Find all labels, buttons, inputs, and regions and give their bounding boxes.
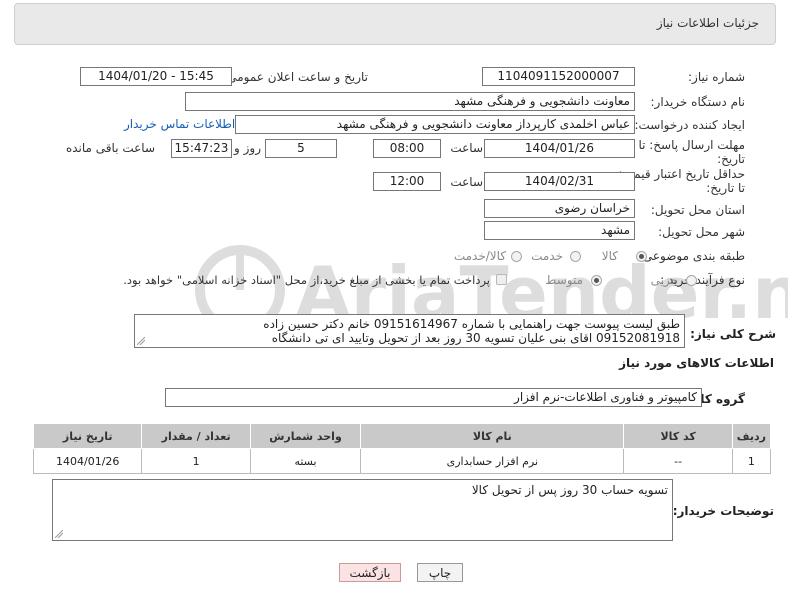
validity-time-label: ساعت: [450, 175, 483, 189]
remaining-time-field: 15:47:23: [171, 139, 232, 158]
need-number-field: 1104091152000007: [482, 67, 635, 86]
deadline-label-date: تاریخ:: [717, 152, 745, 166]
header-panel: جزئیات اطلاعات نیاز: [14, 3, 776, 45]
print-button[interactable]: چاپ: [417, 563, 463, 582]
buyer-org-field: معاونت دانشجویی و فرهنگی مشهد: [185, 92, 635, 111]
buyer-notes-label: توضیحات خریدار:: [672, 504, 774, 518]
description-textarea: طبق لیست پیوست جهت راهنمایی با شماره 091…: [134, 314, 685, 348]
col-unit: واحد شمارش: [249, 423, 362, 449]
col-row: ردیف: [731, 423, 772, 449]
category-radio-service[interactable]: [570, 251, 581, 262]
cell-row: 1: [731, 448, 772, 474]
announce-label: تاریخ و ساعت اعلان عمومی:: [223, 70, 368, 84]
days-label: روز و: [234, 141, 261, 155]
announce-field: 1404/01/20 - 15:45: [80, 67, 232, 86]
category-label: طبقه بندی موضوعی:: [638, 249, 745, 263]
days-field: 5: [265, 139, 337, 158]
validity-date-field: 1404/02/31: [484, 172, 635, 191]
deadline-time-label: ساعت: [450, 141, 483, 155]
need-number-label: شماره نیاز:: [688, 70, 745, 84]
goods-table: ردیف کد کالا نام کالا واحد شمارش تعداد /…: [32, 423, 772, 474]
city-field: مشهد: [484, 221, 635, 240]
col-code: کد کالا: [623, 423, 733, 449]
city-label: شهر محل تحویل:: [658, 225, 745, 239]
province-label: استان محل تحویل:: [650, 203, 745, 217]
col-date: تاریخ نیاز: [32, 423, 143, 449]
validity-label-date: تا تاریخ:: [706, 181, 745, 195]
resize-grip-icon[interactable]: [137, 337, 145, 345]
remaining-label: ساعت باقی مانده: [65, 141, 155, 155]
requester-field: عباس اخلمدی کارپرداز معاونت دانشجویی و ف…: [235, 115, 635, 134]
deadline-label: مهلت ارسال پاسخ: تا: [638, 138, 745, 152]
contact-buyer-link[interactable]: اطلاعات تماس خریدار: [124, 117, 235, 131]
process-option-minor: جزیی: [650, 273, 678, 287]
category-option-goods: کالا: [601, 249, 618, 263]
col-name: نام کالا: [360, 423, 625, 449]
category-radio-goods-service[interactable]: [511, 251, 522, 262]
back-button[interactable]: بازگشت: [339, 563, 401, 582]
description-line-2: 09152081918 اقای بنی علیان تسویه 30 روز …: [271, 331, 680, 345]
page-title: جزئیات اطلاعات نیاز: [656, 16, 759, 30]
category-radio-goods[interactable]: [636, 251, 647, 262]
cell-unit: بسته: [249, 448, 362, 474]
process-radio-minor[interactable]: [686, 275, 697, 286]
deadline-date-field: 1404/01/26: [484, 139, 635, 158]
requester-label: ایجاد کننده درخواست:: [634, 118, 745, 132]
cell-name: نرم افزار حسابداری: [360, 448, 625, 474]
buyer-notes-text: تسویه حساب 30 روز پس از تحویل کالا: [471, 483, 668, 497]
description-label: شرح کلی نیاز:: [690, 327, 776, 341]
goods-section-title: اطلاعات کالاهای مورد نیاز: [619, 356, 774, 370]
resize-grip-icon[interactable]: [55, 530, 63, 538]
cell-date: 1404/01/26: [32, 448, 143, 474]
validity-label: حداقل تاریخ اعتبار قیمت:: [618, 167, 745, 181]
treasury-checkbox[interactable]: [496, 274, 507, 285]
cell-code: --: [623, 448, 733, 474]
buyer-notes-textarea: تسویه حساب 30 روز پس از تحویل کالا: [52, 479, 673, 541]
col-qty: تعداد / مقدار: [141, 423, 251, 449]
process-radio-medium[interactable]: [591, 275, 602, 286]
goods-table-header: ردیف کد کالا نام کالا واحد شمارش تعداد /…: [32, 423, 772, 449]
category-option-goods-service: کالا/خدمت: [453, 249, 506, 263]
cell-qty: 1: [141, 448, 251, 474]
goods-group-field: کامپیوتر و فناوری اطلاعات-نرم افزار: [165, 388, 702, 407]
validity-time-field: 12:00: [373, 172, 441, 191]
table-row: 1 -- نرم افزار حسابداری بسته 1 1404/01/2…: [32, 448, 772, 474]
deadline-time-field: 08:00: [373, 139, 441, 158]
province-field: خراسان رضوی: [484, 199, 635, 218]
category-option-service: خدمت: [531, 249, 563, 263]
buyer-org-label: نام دستگاه خریدار:: [650, 95, 746, 109]
process-option-medium: متوسط: [545, 273, 583, 287]
treasury-note: پرداخت تمام یا بخشی از مبلغ خرید،از محل …: [123, 273, 490, 287]
